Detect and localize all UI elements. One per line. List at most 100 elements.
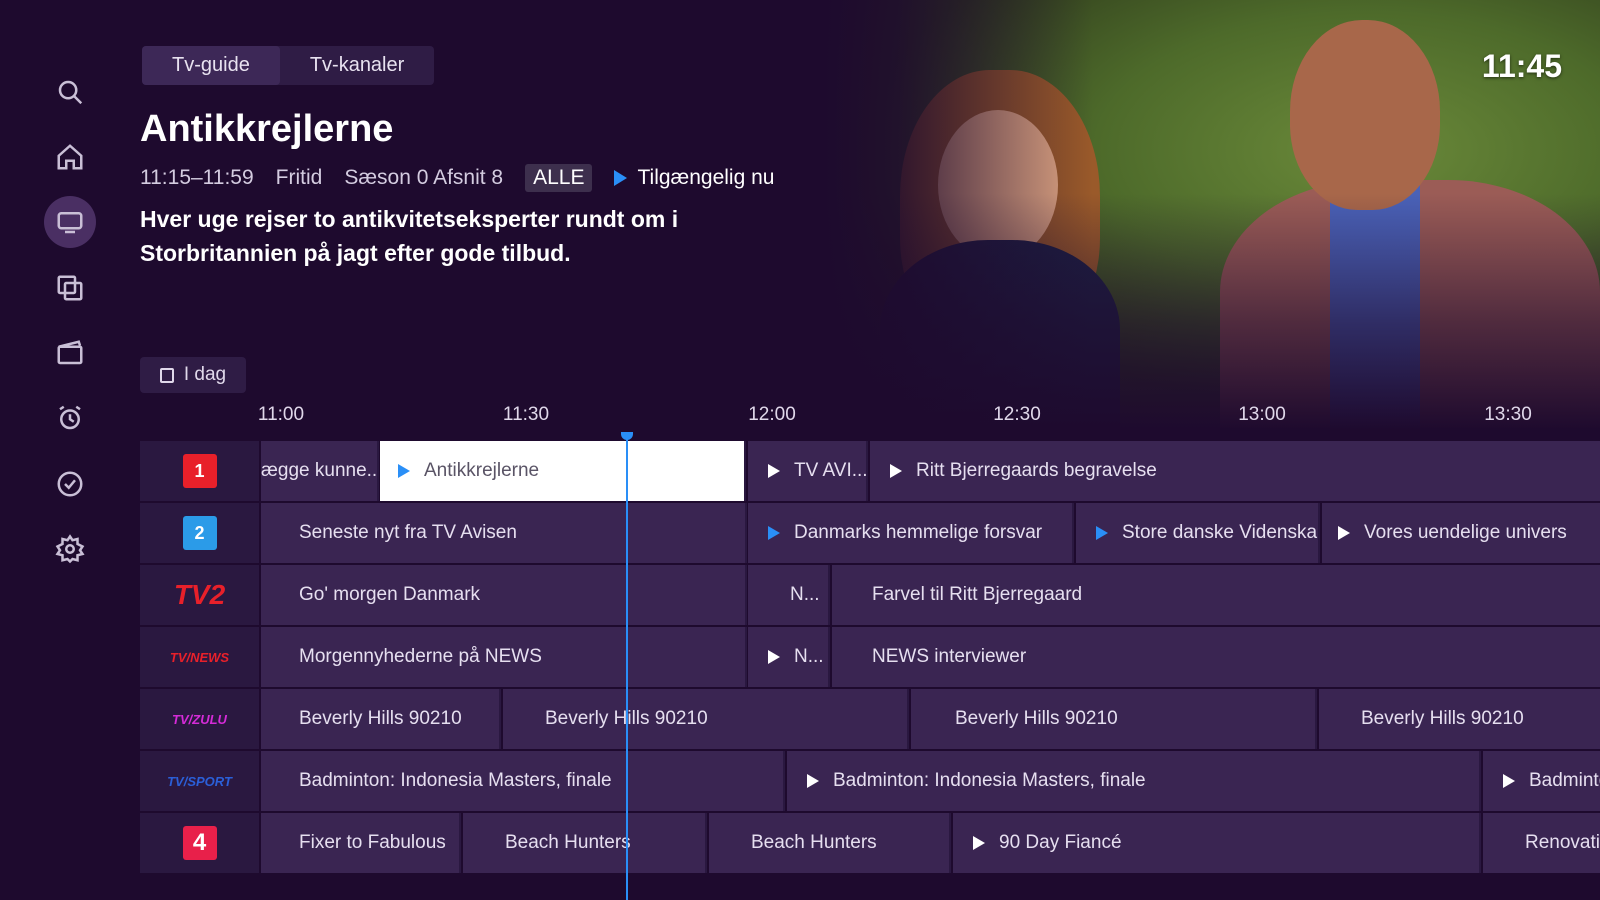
program-cell[interactable]: 90 Day Fiancé (953, 813, 1481, 873)
host-woman-face (938, 110, 1058, 260)
view-tabs: Tv-guide Tv-kanaler (142, 46, 435, 85)
program-cell-title: Antikkrejlerne (424, 460, 540, 481)
dr2-logo-mark: 2 (182, 516, 217, 550)
program-cell-title: N... (794, 646, 824, 667)
time-tick: 13:00 (1238, 404, 1286, 425)
tv2-logo[interactable]: TV2 (140, 565, 259, 625)
library-icon[interactable] (44, 262, 96, 314)
tv2-sport-logo[interactable]: TV/SPORT (140, 751, 259, 811)
date-label: I dag (183, 364, 227, 385)
channel-row: 2 Seneste nyt fra TV Avisen Danmarks hem… (140, 503, 1600, 563)
program-cell-title: Beach Hunters (751, 832, 877, 853)
program-cell-title: Vores uendelige univers (1364, 522, 1567, 543)
now-indicator (626, 437, 628, 900)
program-cell[interactable]: Beverly Hills 90210 (911, 689, 1317, 749)
program-genre: Fritid (275, 166, 323, 189)
timeline: 11:00 11:30 12:00 12:30 13:00 13:30 (0, 404, 1600, 428)
time-tick: 12:00 (748, 404, 796, 425)
tv-icon[interactable] (44, 196, 96, 248)
play-icon (1503, 774, 1515, 788)
tv2-sport-logo-mark: TV/SPORT (167, 773, 232, 789)
date-button[interactable]: I dag (140, 357, 246, 393)
program-time: 11:15–11:59 (140, 166, 254, 189)
clock: 11:45 (1481, 48, 1562, 84)
dr1-logo[interactable]: 1 (140, 441, 259, 501)
program-cell[interactable]: N... (748, 565, 830, 625)
availability: Tilgængelig nu (614, 166, 796, 190)
movie-icon[interactable] (44, 327, 96, 379)
check-icon[interactable] (44, 458, 96, 510)
time-tick: 11:00 (257, 404, 305, 425)
sidebar (0, 0, 140, 900)
program-cell[interactable]: Badminton: Indonesia Masters, finale (787, 751, 1481, 811)
time-tick: 12:30 (993, 404, 1041, 425)
program-cell[interactable]: TV AVI... (748, 441, 868, 501)
tv2-zulu-logo-mark: TV/ZULU (172, 711, 227, 727)
channel-row: TV2 Go' morgen Danmark N... Farvel til R… (140, 565, 1600, 625)
program-cell[interactable]: Morgennyhederne på NEWS (261, 627, 747, 687)
dr2-logo[interactable]: 2 (140, 503, 259, 563)
program-cell[interactable]: Beverly Hills 90210 (1319, 689, 1600, 749)
program-cell[interactable]: Fixer to Fabulous (261, 813, 461, 873)
channel-row: 1 ægge kunne... Antikkrejlerne TV AVI...… (140, 441, 1600, 501)
program-cell-title: Beverly Hills 90210 (1361, 708, 1524, 729)
program-cell-title: TV AVI... (794, 460, 868, 481)
program-cell[interactable]: Go' morgen Danmark (261, 565, 747, 625)
tab-tv-channels[interactable]: Tv-kanaler (280, 46, 434, 85)
tab-tv-guide[interactable]: Tv-guide (142, 46, 280, 85)
host-man-body (1220, 180, 1600, 430)
play-icon (890, 464, 902, 478)
program-cell[interactable]: Badminton: Indonesia Masters, finale (261, 751, 785, 811)
availability-text: Tilgængelig nu (637, 166, 775, 189)
program-cell[interactable]: NEWS interviewer (832, 627, 1600, 687)
search-icon[interactable] (44, 66, 96, 118)
program-cell-title: Go' morgen Danmark (299, 584, 481, 605)
program-cell-selected[interactable]: Antikkrejlerne (380, 441, 746, 501)
program-cell[interactable]: Beach Hunters (463, 813, 707, 873)
program-cell-title: Fixer to Fabulous (299, 832, 446, 853)
program-cell-title: Badminton: Indonesia Masters, finale (833, 770, 1146, 791)
tv4-logo[interactable]: 4 (140, 813, 259, 873)
tv2-news-logo[interactable]: TV/NEWS (140, 627, 259, 687)
home-icon[interactable] (44, 131, 96, 183)
program-cell[interactable]: Danmarks hemmelige forsvar (748, 503, 1074, 563)
play-icon (614, 170, 628, 186)
time-tick: 13:30 (1484, 404, 1532, 425)
tv2-zulu-logo[interactable]: TV/ZULU (140, 689, 259, 749)
program-cell[interactable]: Ritt Bjerregaards begravelse (870, 441, 1600, 501)
time-tick: 11:30 (502, 404, 550, 425)
program-cell-title: Morgennyhederne på NEWS (299, 646, 542, 667)
program-cell-title: NEWS interviewer (872, 646, 1027, 667)
dr1-logo-mark: 1 (182, 454, 217, 488)
program-cell[interactable]: Badminton (1483, 751, 1600, 811)
program-cell[interactable]: Renovation (1483, 813, 1600, 873)
program-cell[interactable]: Farvel til Ritt Bjerregaard (832, 565, 1600, 625)
calendar-icon (159, 367, 174, 383)
program-cell[interactable]: ægge kunne... (261, 441, 379, 501)
program-cell-title: Danmarks hemmelige forsvar (794, 522, 1043, 543)
program-cell-title: Badminton (1529, 770, 1600, 791)
channel-row: TV/ZULU Beverly Hills 90210 Beverly Hill… (140, 689, 1600, 749)
program-cell[interactable]: N... (748, 627, 830, 687)
program-cell[interactable]: Vores uendelige univers (1322, 503, 1600, 563)
program-cell-title: Store danske Videnskabsfolk (1122, 522, 1318, 543)
channel-row: TV/SPORT Badminton: Indonesia Masters, f… (140, 751, 1600, 811)
play-icon (1096, 526, 1108, 540)
settings-icon[interactable] (44, 523, 96, 575)
program-cell[interactable]: Beach Hunters (709, 813, 951, 873)
host-woman-body (880, 240, 1120, 430)
tv2-logo-mark: TV2 (173, 579, 226, 610)
program-cell-title: 90 Day Fiancé (999, 832, 1122, 853)
program-cell[interactable]: Seneste nyt fra TV Avisen (261, 503, 747, 563)
program-cell[interactable]: Store danske Videnskabsfolk (1076, 503, 1320, 563)
play-icon (398, 464, 410, 478)
program-cell[interactable]: Beverly Hills 90210 (261, 689, 501, 749)
host-man (1290, 20, 1440, 210)
play-icon (768, 650, 780, 664)
channel-row: TV/NEWS Morgennyhederne på NEWS N... NEW… (140, 627, 1600, 687)
program-cell-title: Seneste nyt fra TV Avisen (299, 522, 517, 543)
program-cell[interactable]: Beverly Hills 90210 (503, 689, 909, 749)
program-cell-title: Badminton: Indonesia Masters, finale (299, 770, 612, 791)
tv4-logo-mark: 4 (182, 826, 217, 860)
tv2-news-logo-mark: TV/NEWS (169, 649, 230, 665)
